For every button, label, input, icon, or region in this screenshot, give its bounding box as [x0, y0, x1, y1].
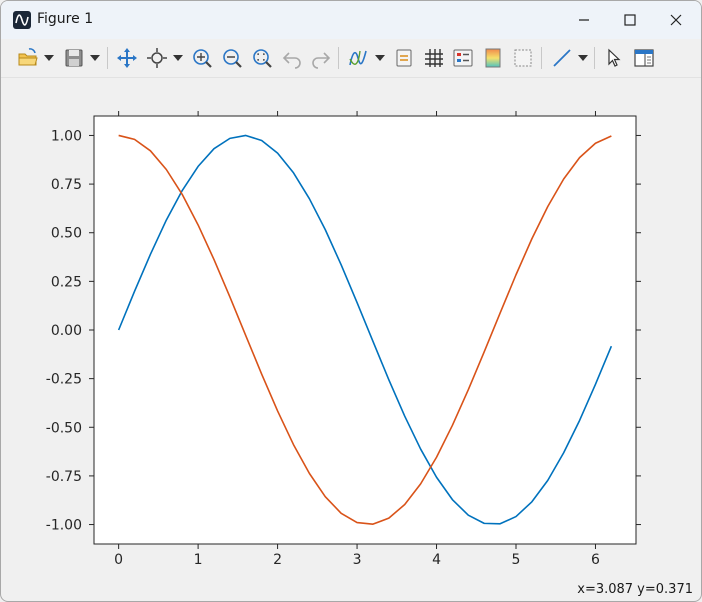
zoom-in-icon: [193, 49, 212, 68]
y-tick-label: 0.50: [51, 226, 82, 242]
close-button[interactable]: [653, 1, 699, 39]
toolbar-separator: [107, 47, 108, 69]
zoom-out-icon: [223, 49, 242, 68]
y-tick-label: -0.25: [46, 372, 82, 388]
x-tick-label: 3: [353, 552, 362, 568]
legend-button[interactable]: [391, 45, 417, 71]
open-button[interactable]: [15, 45, 41, 71]
figure-canvas[interactable]: 0 1 2 3 4 5 6 1.00 0.75 0.50 0.25 0.00 -0.25 -0.50 -0.…: [1, 78, 701, 576]
y-tick-label: 0.25: [51, 274, 82, 290]
zoom-fit-button[interactable]: [249, 45, 275, 71]
colormap-icon: [485, 48, 501, 68]
undo-icon: [282, 52, 301, 69]
x-tick-label: 1: [194, 552, 203, 568]
save-dropdown[interactable]: [89, 45, 101, 71]
redo-icon: [312, 52, 331, 69]
line-style-dropdown[interactable]: [374, 45, 386, 71]
toolbar-separator: [541, 47, 542, 69]
open-dropdown[interactable]: [43, 45, 55, 71]
chevron-down-icon: [173, 55, 183, 61]
zoom-fit-icon: [253, 49, 272, 68]
toolbar-separator: [594, 47, 595, 69]
chevron-down-icon: [44, 55, 54, 61]
line-chart[interactable]: 0 1 2 3 4 5 6 1.00 0.75 0.50 0.25 0.00 -0.25 -0.50 -0.…: [1, 78, 701, 576]
save-icon: [65, 49, 83, 67]
y-tick-label: -0.50: [46, 420, 82, 436]
zoom-icon: [147, 48, 167, 68]
coordinate-readout: x=3.087 y=0.371: [577, 582, 693, 597]
legend-icon: [396, 49, 412, 67]
axes-frame: [93, 115, 637, 545]
toolbar: [1, 39, 701, 78]
undo-button[interactable]: [279, 45, 305, 71]
chevron-down-icon: [375, 55, 385, 61]
toolbar-separator: [338, 47, 339, 69]
close-icon: [670, 14, 682, 26]
draw-line-dropdown[interactable]: [577, 45, 589, 71]
y-tick-label: -0.75: [46, 469, 82, 485]
tick-labels-button[interactable]: [450, 45, 476, 71]
open-icon: [18, 48, 38, 66]
minimize-icon: [579, 19, 589, 21]
figure-app-icon: [13, 11, 31, 29]
draw-line-button[interactable]: [549, 45, 575, 71]
chevron-down-icon: [90, 55, 100, 61]
select-icon: [608, 48, 621, 67]
chevron-down-icon: [578, 55, 588, 61]
frame-button[interactable]: [510, 45, 536, 71]
line-style-button[interactable]: [346, 45, 372, 71]
redo-button[interactable]: [308, 45, 334, 71]
panel-icon: [634, 49, 654, 67]
panel-button[interactable]: [631, 45, 657, 71]
zoom-in-button[interactable]: [189, 45, 215, 71]
pan-button[interactable]: [114, 45, 140, 71]
maximize-button[interactable]: [607, 1, 653, 39]
y-tick-label: 0.75: [51, 177, 82, 193]
y-tick-label: 0.00: [51, 323, 82, 339]
grid-icon: [425, 49, 443, 67]
tick-labels-icon: [453, 49, 473, 67]
x-tick-label: 2: [273, 552, 282, 568]
maximize-icon: [624, 14, 636, 26]
colormap-button[interactable]: [480, 45, 506, 71]
y-tick-label: -1.00: [46, 518, 82, 534]
frame-icon: [514, 49, 532, 67]
select-button[interactable]: [601, 45, 627, 71]
x-tick-label: 4: [432, 552, 441, 568]
save-button[interactable]: [61, 45, 87, 71]
window-title: Figure 1: [37, 11, 94, 27]
zoom-dropdown[interactable]: [172, 45, 184, 71]
figure-window: Figure 1 0 1 2 3 4 5 6 1.00 0.75 0.50 0.…: [0, 0, 702, 602]
x-tick-label: 5: [512, 552, 521, 568]
line-style-icon: [349, 50, 367, 66]
zoom-out-button[interactable]: [219, 45, 245, 71]
minimize-button[interactable]: [561, 1, 607, 39]
y-tick-label: 1.00: [51, 128, 82, 144]
x-tick-label: 6: [591, 552, 600, 568]
x-tick-label: 0: [114, 552, 123, 568]
zoom-button[interactable]: [144, 45, 170, 71]
grid-button[interactable]: [421, 45, 447, 71]
pan-icon: [117, 48, 137, 68]
draw-line-icon: [553, 49, 571, 67]
title-bar[interactable]: Figure 1: [1, 1, 701, 39]
